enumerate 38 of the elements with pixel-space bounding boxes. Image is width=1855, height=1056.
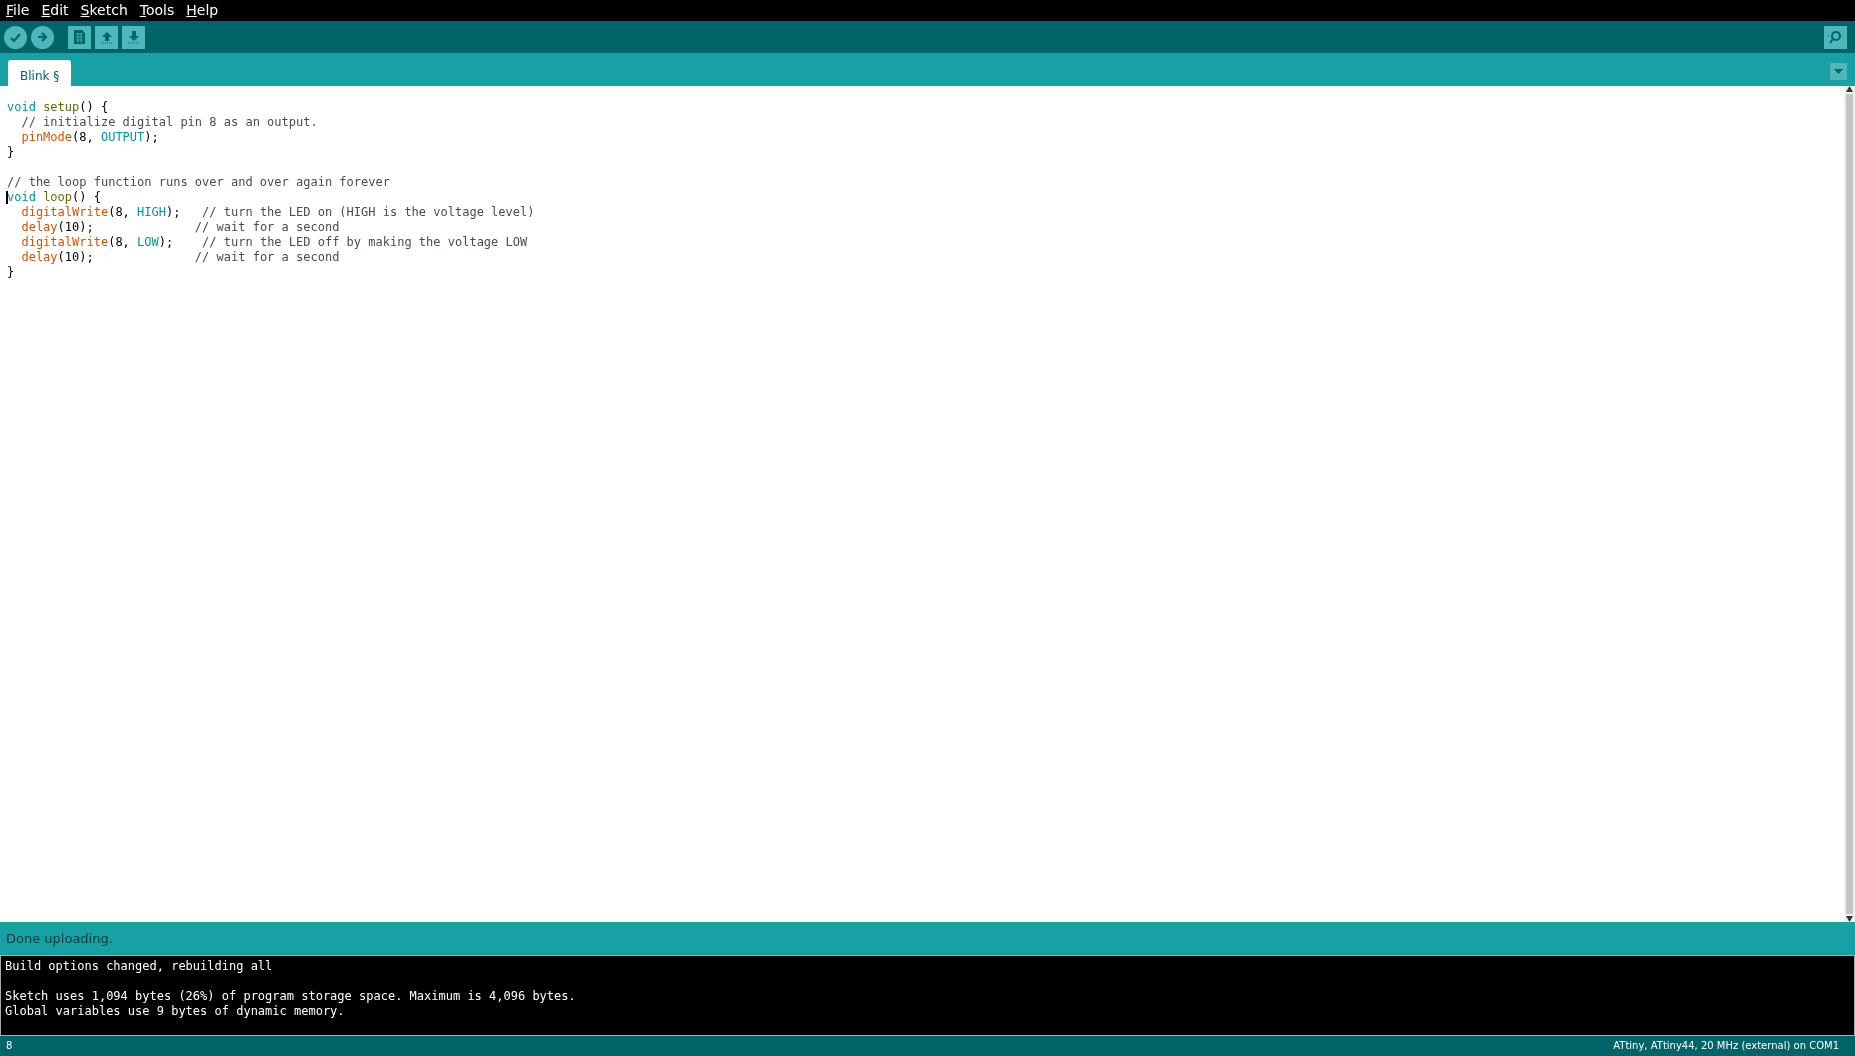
- scrollbar-thumb[interactable]: [1846, 94, 1853, 914]
- tab-menu-button[interactable]: [1830, 63, 1847, 80]
- console-line: Global variables use 9 bytes of dynamic memory.: [5, 1004, 346, 1019]
- code-line: delay(10); // wait for a second: [20, 220, 340, 234]
- menu-item[interactable]: Sketch: [78, 0, 130, 21]
- code-line: // initialize digital pin 8 as an output.: [20, 115, 318, 129]
- new-sketch-button[interactable]: [68, 25, 91, 49]
- code-line: void setup() {: [7, 100, 109, 114]
- code-line: pinMode(8, OUTPUT);: [20, 130, 159, 144]
- code-line: digitalWrite(8, LOW); // turn the LED off by making the voltage LOW: [20, 235, 528, 249]
- down-arrow-icon: [126, 30, 141, 44]
- menu-item[interactable]: Help: [184, 0, 221, 21]
- verify-button[interactable]: [4, 25, 27, 49]
- arrow-icon: [36, 31, 49, 43]
- code-line: void loop() {: [7, 190, 101, 204]
- menu-item[interactable]: File: [4, 0, 32, 21]
- menu-item[interactable]: Tools: [137, 0, 177, 21]
- sketch-tab[interactable]: Blink §: [8, 60, 72, 86]
- up-arrow-icon: [99, 30, 114, 44]
- serial-monitor-button[interactable]: [1824, 25, 1847, 49]
- code-line: // the loop function runs over and over again forever: [7, 175, 390, 189]
- console-line: Sketch uses 1,094 bytes (26%) of program storage space. Maximum is 4,096 bytes.: [5, 989, 577, 1004]
- save-button[interactable]: [122, 25, 145, 49]
- code-line: delay(10); // wait for a second: [20, 250, 340, 264]
- magnifier-icon: [1827, 29, 1844, 45]
- code-line: digitalWrite(8, HIGH); // turn the LED on (HIGH is the voltage level): [20, 205, 535, 219]
- code-line: }: [7, 265, 15, 279]
- upload-button[interactable]: [31, 25, 54, 49]
- caret-icon: [1834, 69, 1843, 74]
- status-message: Done uploading.: [0, 922, 1855, 955]
- open-button[interactable]: [95, 25, 118, 49]
- code-line: }: [7, 145, 15, 159]
- document-icon: [74, 30, 85, 44]
- scrollbar[interactable]: [1844, 86, 1855, 922]
- line-number: 8: [6, 1039, 13, 1053]
- menu-item[interactable]: Edit: [39, 0, 71, 21]
- board-info: ATtiny, ATtiny44, 20 MHz (external) on COM1: [1613, 1039, 1839, 1053]
- console-line: Build options changed, rebuilding all: [5, 959, 274, 974]
